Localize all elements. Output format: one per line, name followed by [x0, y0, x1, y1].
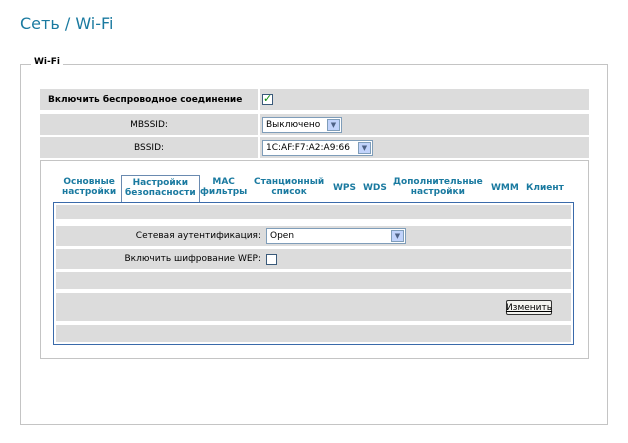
chevron-down-icon: ▼: [391, 230, 404, 242]
tab-label: Дополнительные: [393, 177, 483, 187]
tab-advanced-settings[interactable]: Дополнительные настройки: [393, 177, 483, 197]
tab-basic-settings[interactable]: Основные настройки: [62, 177, 116, 197]
tab-label: фильтры: [200, 187, 248, 197]
bssid-select[interactable]: 1C:AF:F7:A2:A9:66 ▼: [262, 139, 373, 156]
tab-label: список: [271, 187, 307, 197]
mbssid-value: Выключено: [266, 119, 321, 130]
wep-label: Включить шифрование WEP:: [124, 254, 261, 264]
tab-label: Настройки: [132, 178, 189, 188]
chevron-down-icon: ▼: [358, 141, 371, 154]
tab-wps[interactable]: WPS: [333, 183, 356, 193]
bssid-label: BSSID:: [133, 142, 165, 153]
mbssid-label: MBSSID:: [130, 119, 168, 130]
panel-spacer-row: [56, 325, 571, 342]
fieldset-legend: Wi-Fi: [31, 57, 63, 67]
column-separator: [258, 137, 260, 158]
change-button-label: Изменить: [505, 302, 553, 313]
tab-station-list[interactable]: Станционный список: [254, 177, 324, 197]
page-title: Сеть / Wi-Fi: [20, 14, 114, 33]
enable-wireless-label: Включить беспроводное соединение: [48, 94, 243, 105]
network-auth-label: Сетевая аутентификация:: [135, 231, 261, 241]
tab-label: WMM: [491, 183, 519, 193]
tab-label: безопасности: [125, 188, 196, 198]
tab-label: настройки: [62, 187, 117, 197]
tab-mac-filters[interactable]: MAC фильтры: [200, 177, 247, 197]
tab-client[interactable]: Клиент: [526, 183, 564, 193]
tab-label: настройки: [410, 187, 465, 197]
tab-label: WPS: [333, 183, 357, 193]
chevron-down-icon: ▼: [327, 118, 340, 131]
tab-security-settings[interactable]: Настройки безопасности: [121, 175, 200, 203]
enable-wireless-checkbox[interactable]: [262, 92, 273, 105]
tab-wds[interactable]: WDS: [363, 183, 387, 193]
network-auth-value: Open: [270, 231, 295, 241]
panel-spacer-row: [56, 205, 571, 219]
mbssid-row: MBSSID: Выключено ▼: [40, 114, 589, 135]
tab-label: MAC: [212, 177, 235, 187]
bssid-value: 1C:AF:F7:A2:A9:66: [266, 142, 350, 153]
network-auth-row: Сетевая аутентификация: Open ▼: [56, 226, 571, 246]
tab-label: Клиент: [526, 183, 564, 193]
enable-wireless-row: Включить беспроводное соединение: [40, 89, 589, 110]
wep-row: Включить шифрование WEP:: [56, 249, 571, 269]
change-button[interactable]: Изменить: [506, 300, 552, 315]
wep-checkbox[interactable]: [266, 253, 277, 265]
column-separator: [258, 114, 260, 135]
column-separator: [258, 89, 260, 110]
button-row: [56, 293, 571, 321]
mbssid-select[interactable]: Выключено ▼: [262, 116, 342, 133]
network-auth-select[interactable]: Open ▼: [266, 228, 406, 244]
tab-label: Станционный: [254, 177, 325, 187]
tab-label: WDS: [363, 183, 387, 193]
tab-label: Основные: [63, 177, 115, 187]
panel-spacer-row: [56, 272, 571, 289]
tab-wmm[interactable]: WMM: [491, 183, 519, 193]
bssid-row: BSSID: 1C:AF:F7:A2:A9:66 ▼: [40, 137, 589, 158]
